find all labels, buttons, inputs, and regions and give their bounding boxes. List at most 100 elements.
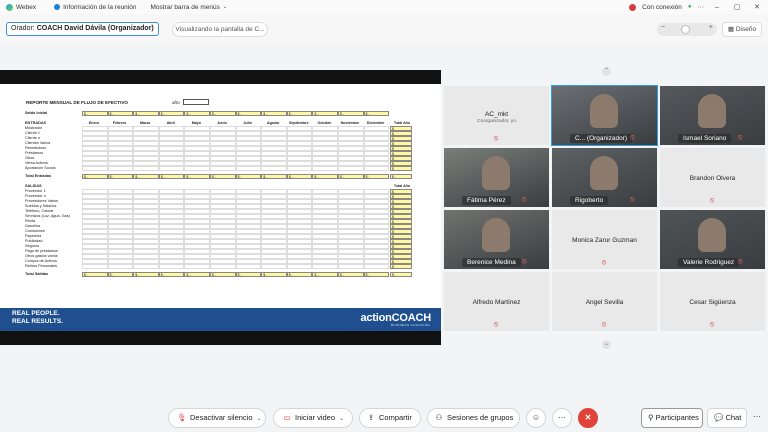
close-icon[interactable]: ✕ [750, 3, 764, 11]
doc-footer-banner: REAL PEOPLE. REAL RESULTS. actionCOACH B… [0, 308, 441, 331]
sheet-cell: $ - [312, 272, 338, 277]
start-video-button[interactable]: ▭ Iniciar video ⌄ [273, 408, 353, 428]
person-icon: ⚲ [648, 413, 656, 422]
participant-tile[interactable]: Brandon Olvera ⦸ [660, 148, 765, 207]
meeting-info-label: Información de la reunión [63, 3, 137, 11]
minimize-icon[interactable]: – [710, 4, 724, 11]
speaker-prefix: Orador: [11, 25, 35, 32]
mic-muted-icon: ⦸ [601, 321, 607, 328]
sheet-cell: $ - [338, 174, 364, 179]
sheet-cell [261, 166, 287, 171]
participants-button[interactable]: ⚲ Participantes [641, 408, 703, 428]
webex-menu[interactable]: Webex [6, 3, 37, 11]
participant-grid: AC_mkt Coorganizador, yo ⦸ C... (Organizado… [444, 85, 766, 331]
sheet-row: Retiros Personales $ [25, 264, 425, 269]
mic-muted-icon: ⦸ [630, 134, 635, 141]
more-icon: ⋯ [558, 413, 566, 422]
row-label: Saldo Inicial [25, 111, 48, 115]
sheet-cell [184, 166, 210, 171]
more-options-button[interactable]: ⋯ [552, 408, 572, 428]
mic-muted-icon: 🎙 [177, 413, 187, 422]
brand-subtitle: BUSINESS COACHING [391, 323, 430, 327]
sheet-cell: $ - [312, 174, 338, 179]
start-video-label: Iniciar video [295, 413, 336, 422]
chevron-down-icon: ⌄ [222, 4, 228, 10]
more-icon[interactable]: ⋯ [698, 3, 705, 11]
shared-screen[interactable]: REPORTE MENSUAL DE FLUJO DE EFECTIVO año… [0, 70, 441, 345]
slogan-line-2: REAL RESULTS. [12, 318, 64, 325]
sheet-cell [363, 264, 390, 269]
chat-button[interactable]: 💬 Chat [707, 408, 747, 428]
share-button[interactable]: ⇪ Compartir [359, 408, 421, 428]
reactions-button[interactable]: ☺ [526, 408, 546, 428]
chevron-down-icon[interactable]: ⌄ [257, 410, 262, 428]
zoom-in-icon[interactable]: + [709, 24, 713, 31]
sheet-cell: $ - [363, 272, 390, 277]
participant-tile[interactable]: Valerie Rodriguez ⦸ [660, 210, 765, 269]
participant-name: Ismael Soriano [678, 134, 732, 143]
sheet-row: Total Entradas $ - $ - $ - $ - $ - $ - $ - $ - $ … [25, 174, 425, 179]
chevron-down-icon[interactable]: ⌄ [339, 410, 344, 428]
mic-muted-icon: ⦸ [709, 321, 715, 328]
scroll-up-icon[interactable]: ⌃ [602, 67, 611, 76]
participant-tile[interactable]: AC_mkt Coorganizador, yo ⦸ [444, 86, 549, 145]
speaker-name: COACH David Dávila (Organizador) [36, 25, 154, 32]
participant-tile[interactable]: Ismael Soriano ⦸ [660, 86, 765, 145]
total-year-cell: $ - [390, 174, 412, 179]
meeting-info-button[interactable]: Información de la reunión [54, 4, 136, 11]
total-year-cell: $ [390, 264, 412, 269]
zoom-slider[interactable]: − + [657, 23, 717, 36]
unmute-label: Desactivar silencio [190, 413, 253, 422]
sheet-cell [82, 166, 108, 171]
participant-name: Brandon Olvera [689, 175, 736, 182]
participant-name: AC_mkt [484, 111, 509, 118]
sheet-cell [210, 166, 236, 171]
scroll-down-icon[interactable]: ⌄ [602, 340, 611, 349]
participant-tile[interactable]: Fátima Pérez ⦸ [444, 148, 549, 207]
sheet-cell: $ - [82, 174, 108, 179]
participant-tile[interactable]: Alfredo Martínez ⦸ [444, 272, 549, 331]
breakout-sessions-button[interactable]: ⚇ Sesiones de grupos [427, 408, 520, 428]
mic-muted-icon: ⦸ [601, 259, 607, 266]
sheet-row: Total Salidas $ - $ - $ - $ - $ - $ - $ - $ - $ -… [25, 272, 425, 277]
connection-status[interactable]: Con conexión [642, 4, 682, 11]
unmute-button[interactable]: 🎙 Desactivar silencio ⌄ [168, 408, 266, 428]
sheet-cell: $ - [107, 272, 134, 277]
layout-label: Diseño [735, 26, 757, 33]
participant-tile[interactable]: C... (Organizador) ⦸ [551, 85, 658, 146]
layout-button[interactable]: ▦ Diseño [722, 22, 762, 37]
participant-name: C... (Organizador) [570, 134, 633, 143]
maximize-icon[interactable]: ▢ [730, 3, 744, 11]
more-panels-button[interactable]: ⋯ [750, 408, 764, 428]
show-menu-bar-button[interactable]: Mostrar barra de menús ⌄ [150, 4, 227, 11]
participant-tile[interactable]: Angel Sevilla ⦸ [552, 272, 657, 331]
zoom-slider-knob[interactable] [681, 25, 690, 34]
participant-tile[interactable]: Cesar Sigüenza ⦸ [660, 272, 765, 331]
webex-logo-icon [6, 3, 13, 11]
breakout-icon: ⚇ [435, 413, 443, 422]
participant-name: Berenice Medina [462, 258, 521, 267]
sharing-indicator[interactable]: Visualizando la pantalla de C... [172, 22, 268, 37]
layout-icon: ▦ [727, 26, 736, 33]
sheet-cell: $ - [210, 111, 236, 116]
slogan-line-1: REAL PEOPLE. [12, 310, 60, 317]
sheet-cell [261, 264, 287, 269]
participant-name: Monica Zarur Guzman [572, 237, 637, 244]
zoom-out-icon[interactable]: − [661, 24, 665, 31]
sheet-cell: $ - [133, 272, 159, 277]
leave-meeting-button[interactable]: ✕ [578, 408, 598, 428]
participant-role: Coorganizador, yo [477, 119, 516, 124]
sheet-cell [133, 264, 159, 269]
slogan: REAL PEOPLE. REAL RESULTS. [12, 310, 63, 326]
app-name: Webex [16, 3, 37, 11]
mic-muted-icon: ⦸ [709, 197, 715, 204]
sheet-cell: $ - [158, 272, 185, 277]
mic-muted-icon: ⦸ [522, 196, 527, 203]
participant-tile[interactable]: Monica Zarur Guzman ⦸ [552, 210, 657, 269]
participant-tile[interactable]: Rigoberto ⦸ [552, 148, 657, 207]
participant-name: Rigoberto [570, 196, 609, 205]
participant-tile[interactable]: Berenice Medina ⦸ [444, 210, 549, 269]
mic-muted-icon: ⦸ [493, 135, 499, 142]
sheet-cell [235, 264, 262, 269]
chat-label: Chat [725, 413, 742, 422]
